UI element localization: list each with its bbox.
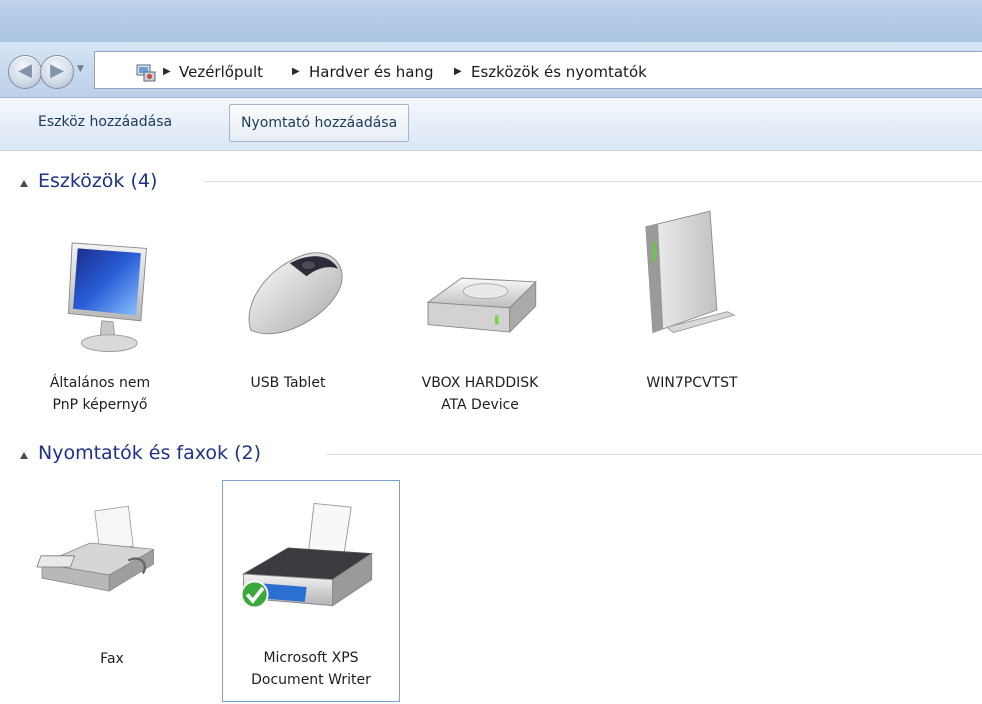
device-hard-disk[interactable]: VBOX HARDDISK ATA Device	[392, 228, 568, 448]
breadcrumb-separator-icon[interactable]: ▶	[163, 66, 171, 77]
printer-icon	[240, 502, 374, 609]
device-xps-writer[interactable]: Microsoft XPS Document Writer	[222, 480, 400, 702]
add-device-button[interactable]: Eszköz hozzáadása	[27, 104, 183, 140]
device-label: Document Writer	[251, 672, 371, 688]
collapse-arrow-icon[interactable]	[20, 180, 28, 187]
device-label: USB Tablet	[250, 375, 326, 391]
computer-tower-icon	[645, 210, 736, 334]
mouse-icon	[248, 252, 343, 335]
monitor-icon	[67, 242, 147, 352]
device-computer[interactable]: WIN7PCVTST	[604, 206, 780, 426]
forward-button[interactable]: ▶	[40, 55, 74, 89]
device-monitor[interactable]: Általános nem PnP képernyő	[12, 228, 188, 448]
back-button[interactable]: ◀	[8, 55, 42, 89]
add-printer-button[interactable]: Nyomtató hozzáadása	[229, 104, 410, 142]
address-bar[interactable]: ▶ Vezérlőpult ▶ Hardver és hang ▶ Eszköz…	[94, 51, 982, 89]
breadcrumb-hardware-and-sound[interactable]: Hardver és hang	[309, 63, 433, 81]
control-panel-icon	[136, 64, 156, 82]
device-label: WIN7PCVTST	[646, 375, 738, 391]
printers-group-title: Nyomtatók és faxok (2)	[38, 442, 261, 464]
breadcrumb-devices-and-printers[interactable]: Eszközök és nyomtatók	[471, 63, 647, 81]
devices-group-title: Eszközök (4)	[38, 170, 158, 192]
device-label: Microsoft XPS	[263, 650, 359, 666]
command-bar: Eszköz hozzáadása Nyomtató hozzáadása	[0, 98, 982, 151]
breadcrumb-control-panel[interactable]: Vezérlőpult	[179, 63, 263, 81]
breadcrumb-separator-icon[interactable]: ▶	[292, 66, 300, 77]
group-divider	[204, 181, 982, 182]
window-title-bar	[0, 0, 982, 42]
fax-icon	[36, 505, 154, 592]
device-label: PnP képernyő	[52, 397, 148, 413]
device-label: ATA Device	[441, 397, 519, 413]
collapse-arrow-icon[interactable]	[20, 452, 28, 459]
group-divider	[326, 454, 982, 455]
hard-disk-icon	[426, 277, 537, 334]
device-fax[interactable]: Fax	[24, 482, 200, 702]
device-label: Általános nem	[49, 375, 151, 391]
forward-arrow-icon: ▶	[50, 60, 64, 81]
device-usb-tablet[interactable]: USB Tablet	[200, 228, 376, 448]
recent-pages-dropdown[interactable]: ▼	[77, 64, 84, 74]
device-label: VBOX HARDDISK	[421, 375, 539, 391]
breadcrumb-separator-icon[interactable]: ▶	[454, 66, 462, 77]
back-arrow-icon: ◀	[18, 60, 32, 81]
navigation-bar: ◀ ▶ ▼ ▶ Vezérlőpult ▶ Hardver és hang ▶ …	[0, 42, 982, 98]
device-label: Fax	[100, 651, 124, 667]
